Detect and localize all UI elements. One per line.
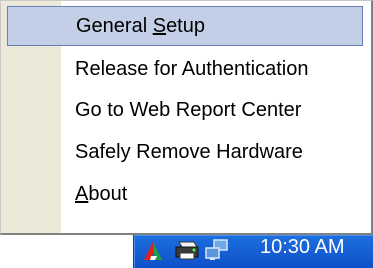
menu-item-label: About — [75, 182, 128, 205]
menu-item-label: Release for Authentication — [75, 57, 309, 80]
menu-item-label: Go to Web Report Center — [75, 98, 302, 121]
system-tray: 10:30 AM — [133, 235, 373, 268]
printer-tray-icon[interactable] — [174, 238, 200, 262]
menu-item-about[interactable]: About — [7, 174, 363, 214]
context-menu: General Setup Release for Authentication… — [0, 0, 373, 235]
taskbar: 10:30 AM — [0, 235, 373, 268]
menu-item-safely-remove-hardware[interactable]: Safely Remove Hardware — [7, 132, 363, 172]
app-tray-icon[interactable] — [142, 238, 168, 262]
network-tray-icon[interactable] — [204, 238, 230, 262]
menu-item-label: General Setup — [76, 14, 205, 37]
menu-item-release-for-authentication[interactable]: Release for Authentication — [7, 49, 363, 89]
menu-item-web-report-center[interactable]: Go to Web Report Center — [7, 90, 363, 130]
clock[interactable]: 10:30 AM — [260, 235, 345, 259]
menu-item-label: Safely Remove Hardware — [75, 140, 303, 163]
menu-item-general-setup[interactable]: General Setup — [7, 6, 363, 46]
